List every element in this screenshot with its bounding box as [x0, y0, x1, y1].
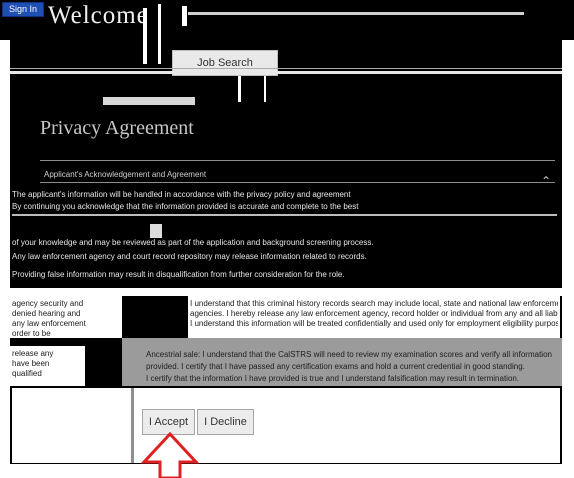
dialog-divider: [131, 388, 134, 463]
arrow-up-icon: [140, 432, 200, 478]
header-stripe: [188, 12, 524, 15]
chevron-up-icon[interactable]: ⌃: [541, 175, 551, 187]
left-column-line: any law enforcement: [12, 319, 86, 328]
left-column-line: have been: [12, 359, 50, 368]
header-divider: [182, 6, 187, 26]
content-divider: [238, 76, 241, 102]
left-column-line: agency security and: [12, 299, 84, 308]
body-text-line: The applicant's information will be hand…: [12, 190, 351, 199]
language-select[interactable]: [103, 97, 195, 105]
welcome-heading: Welcome: [48, 2, 149, 29]
nav-stripe: [10, 71, 562, 74]
content-white-band: [10, 288, 562, 296]
page-title: Privacy Agreement: [40, 117, 194, 139]
body-text-line: By continuing you acknowledge that the i…: [12, 202, 359, 211]
section-rule: [40, 182, 555, 183]
decline-button[interactable]: I Decline: [197, 409, 254, 435]
left-column-line: denied hearing and: [12, 309, 81, 318]
content-divider: [264, 76, 266, 102]
body-stripe: [150, 224, 162, 238]
body-text-line: of your knowledge and may be reviewed as…: [12, 238, 374, 247]
page-frame: Sign In Welcome Job Search Privacy Agree…: [0, 0, 574, 478]
section-heading: Applicant's Acknowledgement and Agreemen…: [44, 170, 207, 179]
body-text-line: Any law enforcement agency and court rec…: [12, 252, 367, 261]
left-column-line: order to be: [12, 329, 51, 338]
dialog-body: [12, 388, 560, 463]
acknowledgement-line: provided. I certify that I have passed a…: [146, 362, 525, 371]
body-stripe: [12, 214, 557, 216]
left-column-line: qualified: [12, 369, 42, 378]
acknowledgement-line: I certify that the information I have pr…: [146, 374, 520, 383]
title-rule: [40, 160, 555, 161]
consent-line: I understand this information will be tr…: [190, 319, 558, 328]
consent-line: agencies. I hereby release any law enfor…: [190, 309, 558, 318]
body-text-line: Providing false information may result i…: [12, 270, 345, 279]
header-divider: [158, 4, 161, 64]
acknowledgement-line: Ancestrial sale: I understand that the C…: [146, 350, 552, 359]
left-column-line: release any: [12, 349, 54, 358]
consent-line: I understand that this criminal history …: [190, 299, 558, 308]
nav-rule: [10, 68, 562, 69]
sign-in-button[interactable]: Sign In: [2, 2, 44, 17]
header-divider: [143, 8, 147, 64]
